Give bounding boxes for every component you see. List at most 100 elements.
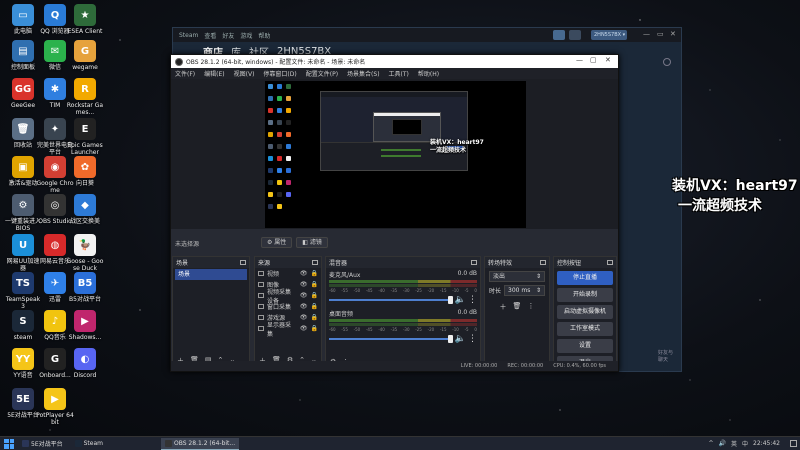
desktop-icon[interactable]: ▶ Shadows...: [66, 310, 104, 341]
steam-menu-view[interactable]: 查看: [204, 31, 216, 40]
obs-menu-profile[interactable]: 配置文件(P): [306, 69, 338, 78]
start-menu-icon[interactable]: [4, 438, 14, 449]
properties-button[interactable]: ⚙ 属性: [261, 237, 293, 248]
obs-menu-scene-collection[interactable]: 场景集合(S): [347, 69, 380, 78]
desktop-icon[interactable]: E Epic Games Launcher: [66, 118, 104, 156]
volume-slider-track[interactable]: [329, 296, 453, 304]
desktop-icon[interactable]: B5 B5对战平台: [66, 272, 104, 303]
desktop-icon[interactable]: Gwegame: [66, 40, 104, 71]
desktop-icon[interactable]: 🦆 Goose - Goose Duck: [66, 234, 104, 272]
notification-icon[interactable]: [790, 440, 797, 447]
obs-menu-docks[interactable]: 停靠窗口(D): [263, 69, 296, 78]
source-list: 视频 👁 🔒 图像 👁 🔒 视频采集设备 👁 🔒 窗口采集 👁 🔒 游戏源 👁 🔒 显示器采集 👁 🔒: [255, 268, 321, 338]
obs-preview-area[interactable]: 装机VX：heart97 一流超频技术: [171, 79, 618, 229]
desktop-icon[interactable]: ◐ Discord: [66, 348, 104, 379]
taskbar-app-icon: [22, 440, 29, 447]
volume-slider[interactable]: 🔈 ⋮: [329, 295, 477, 305]
duration-input[interactable]: 300 ms ⇕: [504, 285, 545, 296]
undock-icon[interactable]: [240, 260, 246, 265]
undock-icon[interactable]: [471, 260, 477, 265]
undock-icon[interactable]: [312, 260, 318, 265]
steam-maximize-icon[interactable]: ▭: [657, 30, 664, 38]
track-menu-icon[interactable]: ⋮: [468, 334, 477, 344]
lock-icon[interactable]: 🔒: [311, 270, 318, 277]
volume-slider-track[interactable]: [329, 335, 453, 343]
source-list-item[interactable]: 显示器采集 👁 🔒: [255, 322, 321, 338]
studio-mode-button[interactable]: 工作室模式: [557, 322, 613, 336]
obs-window[interactable]: OBS 28.1.2 (64-bit, windows) - 配置文件: 未命名…: [170, 54, 619, 372]
lock-icon[interactable]: 🔒: [311, 314, 318, 321]
desktop-icon[interactable]: ▶ PotPlayer 64 bit: [36, 388, 74, 426]
steam-menu-steam[interactable]: Steam: [179, 32, 198, 39]
volume-slider-knob[interactable]: [447, 296, 453, 304]
start-virtual-camera-button[interactable]: 启动虚拟摄像机: [557, 305, 613, 319]
taskbar-app-label: Steam: [83, 440, 103, 447]
steam-friends-chat[interactable]: 好友与 聊天: [658, 349, 673, 363]
visibility-icon[interactable]: 👁: [300, 325, 308, 332]
source-list-item[interactable]: 视频采集设备 👁 🔒: [255, 289, 321, 305]
steam-menu-games[interactable]: 游戏: [240, 31, 252, 40]
preview-overlay-line-2: 一流超频技术: [430, 147, 467, 154]
input-language[interactable]: 英: [731, 439, 737, 448]
visibility-icon[interactable]: 👁: [300, 303, 308, 310]
taskbar-app-button[interactable]: Steam: [71, 438, 107, 450]
steam-user-menu[interactable]: 2HN5S7BX ▾: [591, 30, 627, 40]
obs-minimize-icon[interactable]: —: [576, 56, 583, 64]
volume-icon[interactable]: 🔊: [719, 440, 726, 447]
speaker-icon[interactable]: 🔈: [455, 334, 466, 344]
speaker-icon[interactable]: 🔈: [455, 295, 466, 305]
desktop-icon[interactable]: ★ ESEA Client: [66, 4, 104, 35]
desktop-icon[interactable]: ◆ 战区交换美: [66, 194, 104, 225]
track-menu-icon[interactable]: ⋮: [468, 295, 477, 305]
desktop-icon[interactable]: R Rockstar Games...: [66, 78, 104, 116]
undock-icon[interactable]: [540, 260, 546, 265]
start-recording-button[interactable]: 开始录制: [557, 288, 613, 302]
lock-icon[interactable]: 🔒: [311, 281, 318, 288]
obs-menu-tools[interactable]: 工具(T): [389, 69, 409, 78]
obs-preview-canvas[interactable]: 装机VX：heart97 一流超频技术: [265, 81, 526, 228]
visibility-icon[interactable]: 👁: [300, 281, 308, 288]
scene-list-item[interactable]: 场景: [175, 269, 247, 280]
undock-icon[interactable]: [607, 260, 613, 265]
transition-select[interactable]: 淡出 ⇕: [489, 271, 545, 282]
transition-menu-icon[interactable]: ⋮: [527, 302, 534, 312]
stop-streaming-button[interactable]: 停止直播: [557, 271, 613, 285]
source-list-item[interactable]: 窗口采集 👁 🔒: [255, 301, 321, 312]
obs-menu-help[interactable]: 帮助(H): [418, 69, 439, 78]
volume-slider[interactable]: 🔈 ⋮: [329, 334, 477, 344]
volume-slider-knob[interactable]: [447, 335, 453, 343]
source-list-item[interactable]: 视频 👁 🔒: [255, 268, 321, 279]
obs-menu-view[interactable]: 视图(V): [234, 69, 255, 78]
desktop-icon[interactable]: ✿ 向日葵: [66, 156, 104, 187]
remove-transition-icon[interactable]: 🗑: [513, 302, 522, 312]
obs-close-icon[interactable]: ✕: [605, 56, 611, 64]
obs-maximize-icon[interactable]: ▢: [590, 56, 597, 64]
tray-expand-icon[interactable]: ^: [709, 440, 714, 447]
steam-menu-friends[interactable]: 好友: [222, 31, 234, 40]
steam-broadcast-button[interactable]: [553, 30, 565, 40]
obs-menu-file[interactable]: 文件(F): [175, 69, 195, 78]
visibility-icon[interactable]: 👁: [300, 270, 308, 277]
clock[interactable]: 22:45:42: [753, 440, 780, 447]
lock-icon[interactable]: 🔒: [311, 303, 318, 310]
transitions-dock-header: 转场特效: [485, 257, 549, 268]
add-transition-icon[interactable]: ＋: [500, 302, 507, 312]
visibility-icon[interactable]: 👁: [300, 292, 308, 299]
dropdown-arrow-icon: ⇕: [535, 273, 541, 280]
steam-minimize-icon[interactable]: —: [643, 30, 650, 38]
visibility-icon[interactable]: 👁: [300, 314, 308, 321]
ime-mode[interactable]: 中: [742, 439, 748, 448]
steam-settings-icon[interactable]: [663, 58, 671, 66]
steam-menu-help[interactable]: 帮助: [258, 31, 270, 40]
obs-menu-edit[interactable]: 编辑(E): [204, 69, 224, 78]
steam-notifications-button[interactable]: [569, 30, 581, 40]
settings-button[interactable]: 设置: [557, 339, 613, 353]
filters-button[interactable]: ◧ 滤镜: [296, 237, 328, 248]
lock-icon[interactable]: 🔒: [311, 292, 318, 299]
taskbar-app-button[interactable]: 5E对战平台: [18, 438, 67, 450]
stepper-icon[interactable]: ⇕: [536, 286, 541, 295]
lock-icon[interactable]: 🔒: [311, 325, 318, 332]
steam-close-icon[interactable]: ✕: [670, 30, 676, 38]
taskbar-app-button[interactable]: OBS 28.1.2 (64-bit...: [160, 437, 240, 450]
app-icon: ▭: [12, 4, 34, 26]
